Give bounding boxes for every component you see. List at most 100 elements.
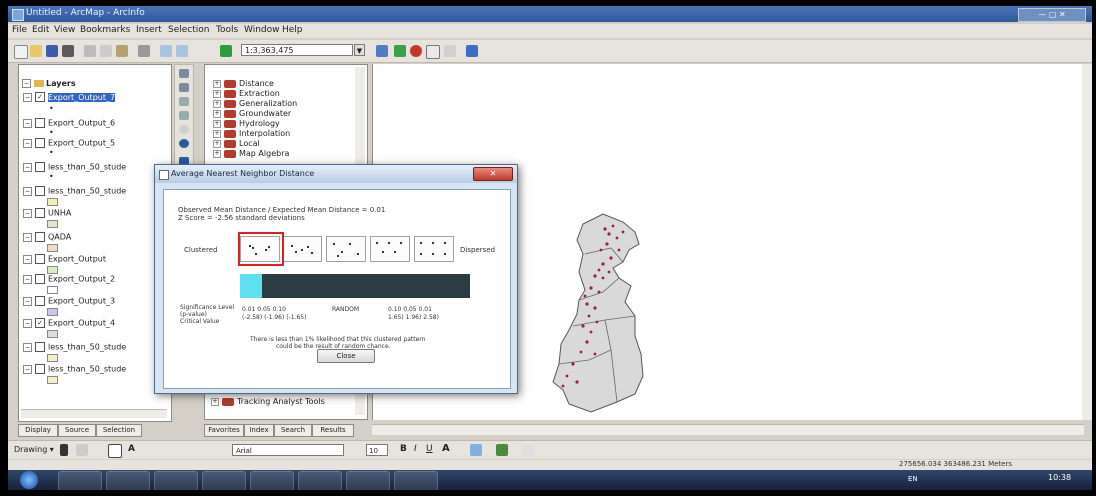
language-indicator[interactable]: EN bbox=[908, 475, 918, 483]
toc-layer[interactable]: − Export_Output_6 bbox=[23, 118, 115, 128]
media-player-icon[interactable] bbox=[154, 471, 198, 490]
file-explorer-icon[interactable] bbox=[106, 471, 150, 490]
zoom-out-icon[interactable] bbox=[179, 83, 189, 92]
collapse-icon[interactable]: − bbox=[23, 296, 32, 306]
toolset-local[interactable]: + Local bbox=[213, 139, 260, 149]
pan-icon[interactable] bbox=[179, 125, 189, 134]
fill-color-icon[interactable] bbox=[470, 444, 482, 456]
toolset-distance[interactable]: + Distance bbox=[213, 79, 274, 89]
collapse-icon[interactable]: − bbox=[23, 274, 32, 284]
toc-horizontal-scrollbar[interactable] bbox=[21, 409, 167, 418]
expand-icon[interactable]: + bbox=[213, 89, 221, 98]
copy-icon[interactable] bbox=[100, 45, 112, 57]
full-extent-icon[interactable] bbox=[179, 139, 189, 148]
paint-icon[interactable] bbox=[346, 471, 390, 490]
expand-icon[interactable]: + bbox=[213, 129, 221, 138]
chevron-down-icon[interactable]: ▼ bbox=[354, 44, 365, 56]
chrome-icon[interactable] bbox=[202, 471, 246, 490]
underline-button[interactable]: U bbox=[426, 444, 433, 454]
save-icon[interactable] bbox=[46, 45, 58, 57]
editor-toolbar-icon[interactable] bbox=[376, 45, 388, 57]
collapse-icon[interactable]: − bbox=[23, 186, 32, 196]
model-builder-icon[interactable] bbox=[444, 45, 456, 57]
whats-this-icon[interactable] bbox=[466, 45, 478, 57]
collapse-icon[interactable]: − bbox=[23, 162, 32, 172]
layer-visibility-checkbox[interactable] bbox=[35, 254, 45, 264]
toc-layer[interactable]: − Export_Output_2 bbox=[23, 274, 115, 284]
table-of-contents-icon[interactable] bbox=[394, 45, 406, 57]
network-icon[interactable] bbox=[250, 471, 294, 490]
font-size-select[interactable]: 10 bbox=[366, 444, 388, 456]
layer-visibility-checkbox[interactable] bbox=[35, 364, 45, 374]
map-scale-input[interactable]: 1:3,363,475 bbox=[241, 44, 353, 56]
toc-layer[interactable]: − less_than_50_stude bbox=[23, 342, 126, 352]
text-tool-icon[interactable]: A bbox=[128, 444, 135, 454]
layer-visibility-checkbox[interactable] bbox=[35, 232, 45, 242]
toolset-extraction[interactable]: + Extraction bbox=[213, 89, 280, 99]
marker-color-icon[interactable] bbox=[522, 444, 534, 456]
menu-tools[interactable]: Tools bbox=[216, 25, 238, 35]
toc-layer[interactable]: − Export_Output bbox=[23, 254, 106, 264]
toc-layer[interactable]: − ✓ Export_Output_7 bbox=[23, 92, 116, 102]
layer-visibility-checkbox[interactable] bbox=[35, 208, 45, 218]
expand-icon[interactable]: + bbox=[213, 79, 221, 88]
redo-icon[interactable] bbox=[176, 45, 188, 57]
drawing-menu[interactable]: Drawing ▾ bbox=[14, 445, 54, 454]
collapse-icon[interactable]: − bbox=[23, 254, 32, 264]
toolset-interpolation[interactable]: + Interpolation bbox=[213, 129, 290, 139]
tab-display[interactable]: Display bbox=[18, 424, 58, 437]
font-name-select[interactable]: Arial bbox=[232, 444, 344, 456]
toc-root-layers[interactable]: − Layers bbox=[22, 79, 76, 89]
rotate-icon[interactable] bbox=[76, 444, 88, 456]
toc-layer[interactable]: − UNHA bbox=[23, 208, 71, 218]
toc-layer[interactable]: − QADA bbox=[23, 232, 71, 242]
open-folder-icon[interactable] bbox=[30, 45, 42, 57]
window-controls[interactable]: — ▢ ✕ bbox=[1018, 8, 1086, 22]
menu-bookmarks[interactable]: Bookmarks bbox=[80, 25, 130, 35]
add-data-icon[interactable] bbox=[220, 45, 232, 57]
print-icon[interactable] bbox=[62, 45, 74, 57]
layer-visibility-checkbox[interactable]: ✓ bbox=[35, 318, 45, 328]
zoom-in-icon[interactable] bbox=[179, 69, 189, 78]
collapse-icon[interactable]: − bbox=[23, 138, 32, 148]
font-color-icon[interactable]: A bbox=[442, 443, 450, 454]
menu-window[interactable]: Window bbox=[244, 25, 280, 35]
tab-source[interactable]: Source bbox=[58, 424, 96, 437]
collapse-icon[interactable]: − bbox=[23, 118, 32, 128]
toc-layer[interactable]: − less_than_50_stude bbox=[23, 364, 126, 374]
fixed-zoom-in-icon[interactable] bbox=[179, 97, 189, 106]
bold-button[interactable]: B bbox=[400, 444, 407, 454]
dialog-close-button[interactable]: ✕ bbox=[473, 167, 513, 181]
menu-help[interactable]: Help bbox=[282, 25, 303, 35]
tab-results[interactable]: Results bbox=[312, 424, 354, 437]
menu-edit[interactable]: Edit bbox=[32, 25, 49, 35]
tab-selection[interactable]: Selection bbox=[96, 424, 142, 437]
toc-layer[interactable]: − less_than_50_stude bbox=[23, 162, 126, 172]
collapse-icon[interactable]: − bbox=[23, 208, 32, 218]
tab-index[interactable]: Index bbox=[244, 424, 274, 437]
layer-visibility-checkbox[interactable] bbox=[35, 342, 45, 352]
menu-file[interactable]: File bbox=[12, 25, 27, 35]
dialog-close-btn[interactable]: Close bbox=[317, 349, 375, 363]
collapse-icon[interactable]: − bbox=[22, 79, 31, 88]
layer-visibility-checkbox[interactable] bbox=[35, 162, 45, 172]
undo-icon[interactable] bbox=[160, 45, 172, 57]
collapse-icon[interactable]: − bbox=[23, 318, 32, 328]
toolset-hydrology[interactable]: + Hydrology bbox=[213, 119, 280, 129]
expand-icon[interactable]: + bbox=[213, 149, 221, 158]
tab-search[interactable]: Search bbox=[274, 424, 312, 437]
delete-icon[interactable] bbox=[138, 45, 150, 57]
map-vertical-scrollbar[interactable] bbox=[1082, 64, 1092, 420]
toolbox-tracking-analyst[interactable]: + Tracking Analyst Tools bbox=[211, 397, 325, 407]
toolset-map-algebra[interactable]: + Map Algebra bbox=[213, 149, 289, 159]
layer-visibility-checkbox[interactable] bbox=[35, 274, 45, 284]
toc-layer[interactable]: − Export_Output_3 bbox=[23, 296, 115, 306]
collapse-icon[interactable]: − bbox=[23, 342, 32, 352]
layer-visibility-checkbox[interactable] bbox=[35, 118, 45, 128]
layer-visibility-checkbox[interactable] bbox=[35, 186, 45, 196]
paste-icon[interactable] bbox=[116, 45, 128, 57]
collapse-icon[interactable]: − bbox=[23, 364, 32, 374]
rectangle-icon[interactable] bbox=[108, 444, 122, 458]
command-line-icon[interactable] bbox=[426, 45, 440, 59]
layer-visibility-checkbox[interactable]: ✓ bbox=[35, 92, 45, 102]
